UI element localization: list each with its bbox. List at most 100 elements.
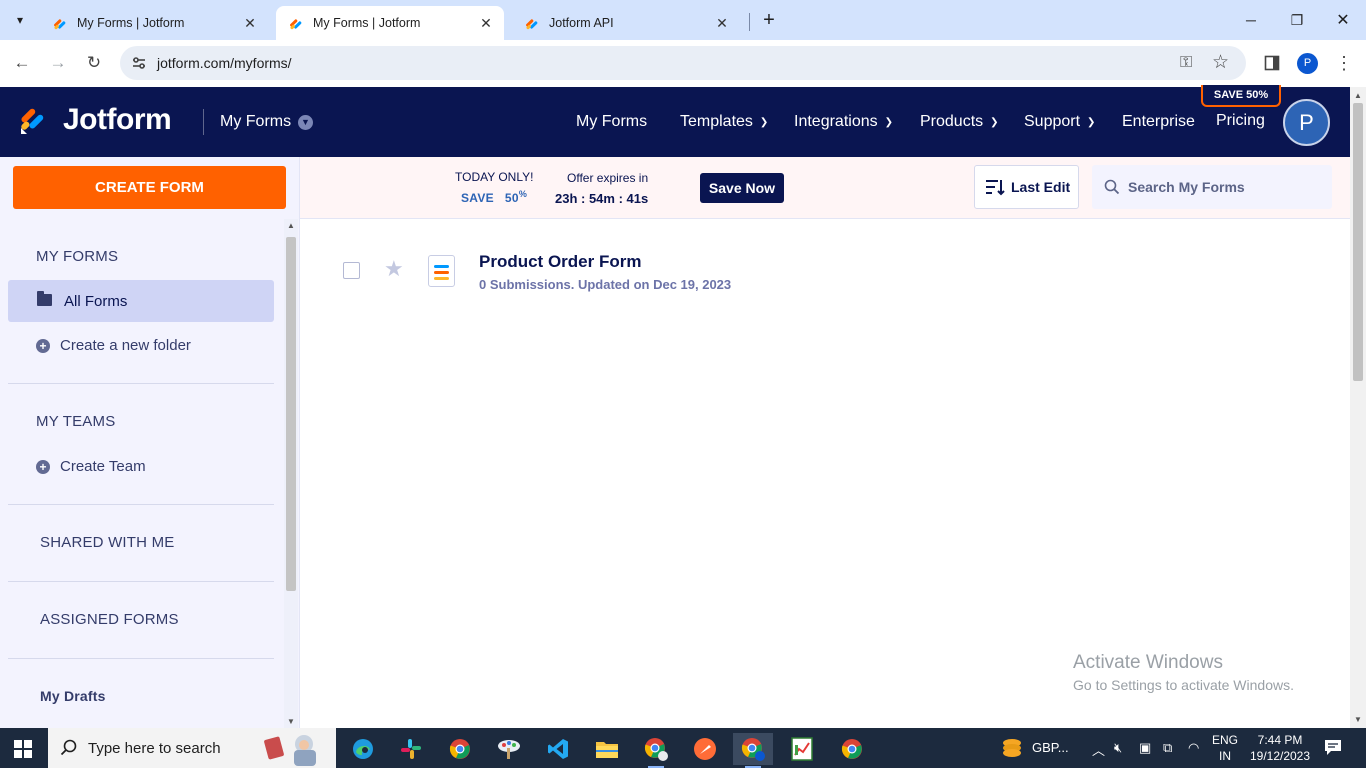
scroll-up-arrow-icon[interactable]: ▲ bbox=[1354, 91, 1362, 100]
chrome-icon[interactable] bbox=[440, 733, 480, 765]
chevron-down-icon: ❯ bbox=[759, 116, 769, 128]
language-code: ENG bbox=[1211, 733, 1238, 747]
wifi-icon[interactable]: ◠ bbox=[1188, 740, 1199, 756]
display-icon[interactable]: ⧉ bbox=[1163, 740, 1172, 756]
promo-banner: TODAY ONLY! SAVE 50% Offer expires in 23… bbox=[300, 157, 1350, 219]
browser-tab-1[interactable]: My Forms | Jotform ✕ bbox=[40, 6, 268, 40]
edge-browser-icon[interactable] bbox=[343, 733, 383, 765]
nav-my-forms[interactable]: My Forms bbox=[576, 113, 647, 131]
speaker-muted-icon[interactable]: 🔇︎ bbox=[1114, 740, 1122, 756]
create-form-button[interactable]: CREATE FORM bbox=[13, 166, 286, 209]
browser-menu-icon[interactable]: ⋮ bbox=[1332, 51, 1356, 75]
scroll-up-arrow-icon[interactable]: ▲ bbox=[287, 221, 295, 230]
chrome-active-profile-icon[interactable] bbox=[733, 733, 773, 768]
search-highlight-illustration-icon bbox=[258, 730, 334, 766]
nav-label: Products bbox=[920, 113, 984, 130]
address-bar[interactable]: jotform.com/myforms/ ⚿ ☆ bbox=[120, 46, 1246, 80]
favorite-star-icon[interactable]: ★ bbox=[384, 256, 404, 282]
browser-tab-2[interactable]: My Forms | Jotform ✕ bbox=[276, 6, 504, 40]
windows-start-icon[interactable] bbox=[14, 740, 32, 758]
jotform-logo-icon[interactable] bbox=[18, 103, 50, 135]
section-chevron-icon[interactable]: ▼ bbox=[298, 115, 313, 130]
search-icon bbox=[1104, 179, 1120, 195]
my-forms-section-title: MY FORMS bbox=[36, 248, 119, 265]
nav-templates[interactable]: Templates ❯ bbox=[680, 113, 768, 131]
system-clock[interactable]: 7:44 PM 19/12/2023 bbox=[1244, 732, 1316, 764]
weather-text[interactable]: GBP... bbox=[1032, 740, 1069, 755]
device-icon[interactable]: ▣ bbox=[1139, 740, 1151, 756]
nav-label: Templates bbox=[680, 113, 753, 130]
nav-pricing[interactable]: Pricing bbox=[1216, 112, 1265, 130]
minimize-icon[interactable]: ─ bbox=[1228, 0, 1274, 40]
file-explorer-icon[interactable] bbox=[587, 733, 627, 765]
jotform-brand[interactable]: Jotform bbox=[63, 103, 172, 137]
notifications-icon[interactable] bbox=[1324, 738, 1342, 759]
sidebar-item-all-forms[interactable]: All Forms bbox=[8, 280, 274, 322]
bookmark-star-icon[interactable]: ☆ bbox=[1212, 51, 1229, 74]
close-tab-icon[interactable]: ✕ bbox=[242, 15, 258, 31]
new-tab-icon[interactable]: + bbox=[758, 9, 780, 31]
activate-windows-title: Activate Windows bbox=[1073, 652, 1223, 673]
nav-support[interactable]: Support ❯ bbox=[1024, 113, 1095, 131]
close-tab-icon[interactable]: ✕ bbox=[714, 15, 730, 31]
close-window-icon[interactable]: ✕ bbox=[1320, 0, 1366, 40]
browser-tab-strip: ▾ My Forms | Jotform ✕ My Forms | Jotfor… bbox=[0, 0, 1366, 40]
side-panel-icon[interactable] bbox=[1260, 51, 1284, 75]
nav-label: Support bbox=[1024, 113, 1081, 130]
paint-app-icon[interactable] bbox=[489, 733, 529, 765]
save-50-badge[interactable]: SAVE 50% bbox=[1201, 85, 1281, 107]
assigned-forms-link[interactable]: ASSIGNED FORMS bbox=[40, 611, 179, 628]
shared-with-me-link[interactable]: SHARED WITH ME bbox=[40, 534, 174, 551]
back-arrow-icon[interactable]: ← bbox=[10, 51, 34, 75]
language-indicator[interactable]: ENG IN bbox=[1210, 732, 1240, 764]
nav-label: Pricing bbox=[1216, 112, 1265, 129]
scroll-down-arrow-icon[interactable]: ▼ bbox=[287, 717, 295, 726]
forward-arrow-icon[interactable]: → bbox=[46, 51, 70, 75]
spreadsheet-app-icon[interactable] bbox=[782, 733, 822, 765]
url-text: jotform.com/myforms/ bbox=[157, 55, 292, 71]
vscode-icon[interactable] bbox=[538, 733, 578, 765]
sidebar-divider bbox=[8, 658, 274, 659]
search-input[interactable] bbox=[1128, 177, 1323, 197]
chrome-alt-icon[interactable] bbox=[832, 733, 872, 765]
scroll-down-arrow-icon[interactable]: ▼ bbox=[1354, 715, 1362, 724]
nav-label: Integrations bbox=[794, 113, 878, 130]
sort-last-edit-button[interactable]: Last Edit bbox=[974, 165, 1079, 209]
nav-integrations[interactable]: Integrations ❯ bbox=[794, 113, 893, 131]
section-title[interactable]: My Forms bbox=[220, 113, 291, 131]
browser-profile-avatar[interactable]: P bbox=[1297, 53, 1318, 74]
save-now-button[interactable]: Save Now bbox=[700, 173, 784, 203]
create-team-link[interactable]: + Create Team bbox=[36, 458, 146, 475]
create-folder-link[interactable]: + Create a new folder bbox=[36, 337, 191, 354]
user-avatar[interactable]: P bbox=[1283, 99, 1330, 146]
site-settings-icon[interactable] bbox=[130, 54, 148, 72]
sidebar-scrollbar[interactable]: ▲ ▼ bbox=[284, 219, 298, 728]
nav-products[interactable]: Products ❯ bbox=[920, 113, 999, 131]
language-region: IN bbox=[1219, 749, 1231, 763]
search-box bbox=[1092, 165, 1332, 209]
nav-enterprise[interactable]: Enterprise bbox=[1122, 113, 1195, 131]
postman-icon[interactable] bbox=[685, 733, 725, 765]
sidebar-item-label: Create a new folder bbox=[60, 337, 191, 354]
form-select-checkbox[interactable] bbox=[343, 262, 360, 279]
restore-icon[interactable]: ❐ bbox=[1274, 0, 1320, 40]
taskbar-search-box[interactable]: Type here to search bbox=[48, 728, 336, 768]
my-drafts-link[interactable]: My Drafts bbox=[40, 688, 106, 704]
form-title[interactable]: Product Order Form bbox=[479, 252, 641, 272]
reload-icon[interactable]: ↻ bbox=[82, 51, 106, 75]
slack-icon[interactable] bbox=[391, 733, 431, 765]
promo-percent-sign: % bbox=[518, 189, 528, 199]
chrome-profile-icon[interactable] bbox=[636, 733, 676, 768]
sidebar-scrollbar-thumb[interactable] bbox=[286, 237, 296, 591]
search-icon bbox=[60, 739, 78, 757]
show-hidden-icons-chevron-icon[interactable]: ︿ bbox=[1092, 740, 1105, 759]
form-list-item[interactable]: ★ Product Order Form 0 Submissions. Upda… bbox=[300, 219, 1350, 309]
scrollbar-thumb[interactable] bbox=[1353, 103, 1363, 381]
password-key-icon[interactable]: ⚿ bbox=[1180, 54, 1192, 72]
weather-coins-icon[interactable] bbox=[1000, 737, 1024, 762]
tab-search-chevron-icon[interactable]: ▾ bbox=[7, 8, 33, 32]
page-scrollbar[interactable]: ▲ ▼ bbox=[1350, 87, 1366, 728]
close-tab-icon[interactable]: ✕ bbox=[478, 15, 494, 31]
browser-tab-3[interactable]: Jotform API ✕ bbox=[512, 6, 740, 40]
plus-circle-icon: + bbox=[36, 459, 50, 474]
